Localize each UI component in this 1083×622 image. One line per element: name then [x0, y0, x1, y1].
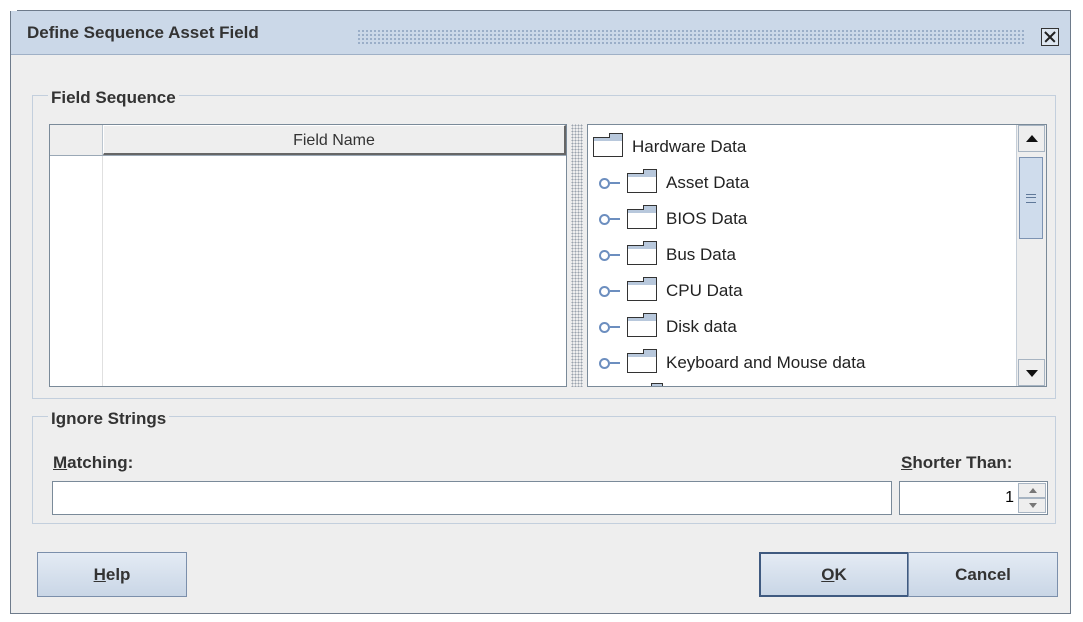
cancel-button[interactable]: Cancel [908, 552, 1058, 597]
tree-node-label: Disk data [666, 317, 737, 336]
row-header-gutter [102, 156, 103, 386]
tree-node-root[interactable]: Hardware Data [593, 132, 746, 162]
tree-node-label: BIOS Data [666, 209, 748, 228]
spin-up-icon[interactable] [1018, 483, 1046, 498]
spin-down-icon[interactable] [1018, 498, 1046, 513]
tree-expander-icon[interactable] [599, 321, 623, 333]
tree-expander-icon[interactable] [599, 213, 623, 225]
asset-tree[interactable]: Hardware Data Asset Data BIOS Data Bus D… [587, 124, 1047, 387]
tree-node-label: Hardware Data [632, 137, 747, 156]
folder-icon [627, 205, 657, 229]
tree-node[interactable]: Keyboard and Mouse data [599, 348, 865, 378]
column-header-field-name[interactable]: Field Name [103, 125, 566, 155]
ok-label: K [834, 564, 847, 584]
table-corner [50, 125, 103, 155]
shorter-than-label: Shorter Than: [901, 453, 1012, 473]
tree-node[interactable]: CPU Data [599, 276, 743, 306]
tree-node-label: Keyboard and Mouse data [666, 353, 866, 372]
folder-icon [651, 383, 663, 386]
shorter-than-value[interactable]: 1 [1005, 489, 1014, 507]
splitter-handle[interactable] [571, 124, 583, 387]
cancel-label: Cancel [955, 564, 1011, 584]
tree-node[interactable]: Asset Data [599, 168, 749, 198]
matching-input[interactable] [52, 481, 892, 515]
ok-mnemonic: O [821, 564, 835, 584]
ignore-strings-title: Ignore Strings [48, 409, 170, 429]
matching-label-text: atching: [67, 453, 134, 472]
matching-label: Matching: [53, 453, 133, 473]
close-icon[interactable] [1041, 28, 1059, 46]
field-sequence-table[interactable]: Field Name [49, 124, 567, 387]
tree-node-label: CPU Data [666, 281, 743, 300]
folder-icon [627, 313, 657, 337]
folder-icon [627, 277, 657, 301]
help-button[interactable]: Help [37, 552, 187, 597]
dialog-title: Define Sequence Asset Field [27, 23, 259, 42]
tree-node-label: Bus Data [666, 245, 736, 264]
arrow-up-icon[interactable] [1018, 125, 1045, 152]
tree-expander-icon[interactable] [599, 249, 623, 261]
help-mnemonic: H [93, 564, 106, 584]
folder-icon [627, 169, 657, 193]
shorter-than-mnemonic: S [901, 453, 913, 472]
folder-icon [627, 349, 657, 373]
table-header: Field Name [50, 125, 566, 156]
folder-icon [593, 133, 623, 157]
matching-mnemonic: M [53, 453, 68, 472]
tree-node-label: Asset Data [666, 173, 750, 192]
grip-icon [1026, 194, 1036, 203]
tree-node[interactable]: BIOS Data [599, 204, 747, 234]
tree-vertical-scrollbar[interactable] [1016, 125, 1046, 386]
tree-node[interactable]: Bus Data [599, 240, 736, 270]
scrollbar-thumb[interactable] [1019, 157, 1043, 239]
title-bar[interactable]: Define Sequence Asset Field [11, 11, 1070, 55]
field-sequence-title: Field Sequence [48, 88, 179, 108]
ok-button[interactable]: OK [759, 552, 909, 597]
help-label: elp [105, 564, 131, 584]
tree-node[interactable]: Disk data [599, 312, 737, 342]
tree-expander-icon[interactable] [599, 285, 623, 297]
folder-icon [627, 241, 657, 265]
tree-expander-icon[interactable] [599, 357, 623, 369]
title-bar-texture [357, 29, 1025, 45]
tree-expander-icon[interactable] [599, 177, 623, 189]
arrow-down-icon[interactable] [1018, 359, 1045, 386]
shorter-than-label-text: horter Than: [912, 453, 1013, 472]
shorter-than-spinner[interactable]: 1 [899, 481, 1048, 515]
